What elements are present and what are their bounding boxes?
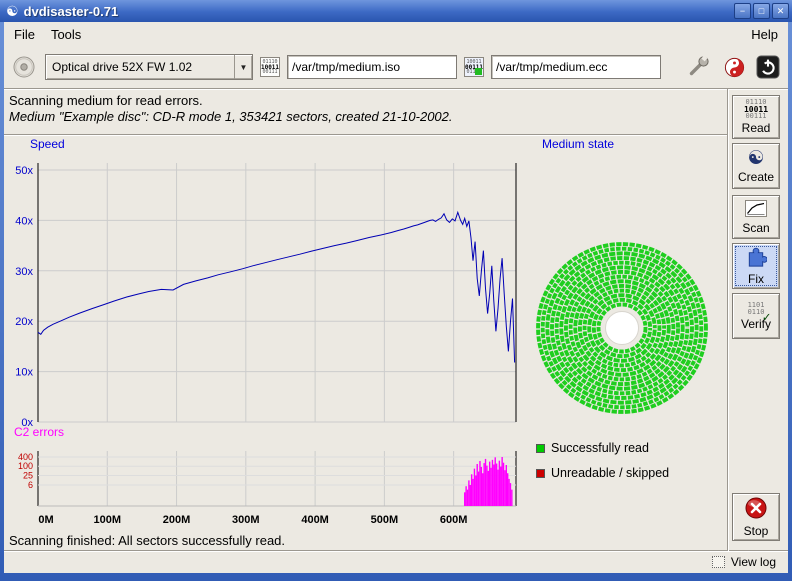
dvdisaster-red-yin-yang-icon[interactable] [720,53,748,81]
create-button[interactable]: ☯ Create [732,143,780,189]
legend-row-unreadable: Unreadable / skipped [536,466,669,480]
view-log-label: View log [731,555,776,569]
view-log-button[interactable]: View log [708,553,780,571]
fix-button-label: Fix [748,272,764,286]
puzzle-piece-icon [745,246,767,271]
svg-text:50x: 50x [15,165,33,177]
status-line-1: Scanning medium for read errors. [9,93,203,108]
scan-chart-icon [745,200,767,220]
svg-text:200M: 200M [163,514,191,526]
svg-text:20x: 20x [15,316,33,328]
legend-swatch-unreadable [536,469,545,478]
disc-svg [532,238,712,418]
minimize-button[interactable]: − [734,3,751,19]
legend-row-success: Successfully read [536,441,649,455]
toolbar: Optical drive 52X FW 1.02 ▼ 01110 10011 … [4,46,788,88]
close-button[interactable]: ✕ [772,3,789,19]
app-yin-yang-icon: ☯ [6,4,19,18]
scan-button[interactable]: Scan [732,195,780,239]
legend-swatch-success [536,444,545,453]
drive-select-value: Optical drive 52X FW 1.02 [46,60,234,74]
menu-file[interactable]: File [6,23,43,46]
scan-button-label: Scan [742,221,769,235]
svg-text:25: 25 [23,470,33,480]
create-button-label: Create [738,170,774,184]
titlebar[interactable]: ☯ dvdisaster-0.71 − □ ✕ [0,0,792,22]
svg-text:0M: 0M [38,514,53,526]
check-icon: ✓ [763,314,771,321]
stop-button[interactable]: Stop [732,493,780,541]
ecc-path-input[interactable] [491,55,661,79]
svg-text:10x: 10x [15,367,33,379]
verify-icon: 1101 0110 ✓ [748,302,765,316]
read-button[interactable]: 01110 10011 00111 Read [732,95,780,139]
medium-state-title: Medium state [542,137,614,151]
verify-button[interactable]: 1101 0110 ✓ Verify [732,293,780,339]
menu-tools[interactable]: Tools [43,23,89,46]
svg-text:400M: 400M [301,514,329,526]
svg-text:40x: 40x [15,215,33,227]
fix-button[interactable]: Fix [732,243,780,289]
scan-result-status: Scanning finished: All sectors successfu… [9,533,285,548]
chevron-down-icon: ▼ [234,55,252,79]
log-window-icon [712,556,725,568]
yin-yang-icon: ☯ [747,149,764,169]
window-content: File Tools Help Optical drive 52X FW 1.0… [4,22,788,573]
footer-bar: View log [4,550,788,573]
preferences-wrench-icon[interactable] [686,53,714,81]
binary-read-icon: 01110 10011 00111 [744,99,768,120]
quit-power-icon[interactable] [754,53,782,81]
iso-path-input[interactable] [287,55,457,79]
legend-label-success: Successfully read [551,441,649,455]
iso-image-icon: 01110 10011 00111 [260,57,280,77]
svg-text:600M: 600M [440,514,468,526]
ecc-file-icon: 10011 00111 01110 [464,57,484,77]
sidebar-separator [727,89,729,551]
drive-icon[interactable] [10,53,38,81]
svg-text:30x: 30x [15,266,33,278]
status-line-2: Medium "Example disc": CD-R mode 1, 3534… [9,109,453,124]
svg-text:300M: 300M [232,514,260,526]
toolbar-right-group [686,53,782,81]
dvdisaster-window: ☯ dvdisaster-0.71 − □ ✕ File Tools Help … [0,0,792,581]
svg-text:100M: 100M [94,514,122,526]
menubar: File Tools Help [4,22,788,46]
read-button-label: Read [742,121,771,135]
window-title: dvdisaster-0.71 [24,4,732,19]
main-area: Scanning medium for read errors. Medium … [4,88,788,550]
drive-select-dropdown[interactable]: Optical drive 52X FW 1.02 ▼ [45,54,253,80]
stop-icon [744,496,768,523]
menu-help[interactable]: Help [743,23,786,46]
maximize-button[interactable]: □ [753,3,770,19]
stop-button-label: Stop [744,524,769,538]
svg-text:0x: 0x [21,417,33,429]
svg-text:500M: 500M [371,514,399,526]
separator [4,134,727,136]
ecc-green-dot [475,68,482,75]
svg-text:6: 6 [28,480,33,490]
legend-label-unreadable: Unreadable / skipped [551,466,669,480]
charts-svg: 50x 40x 30x 20x 10x 0x 0M 100M 200M 300M 400M 500M 6… [4,149,526,529]
